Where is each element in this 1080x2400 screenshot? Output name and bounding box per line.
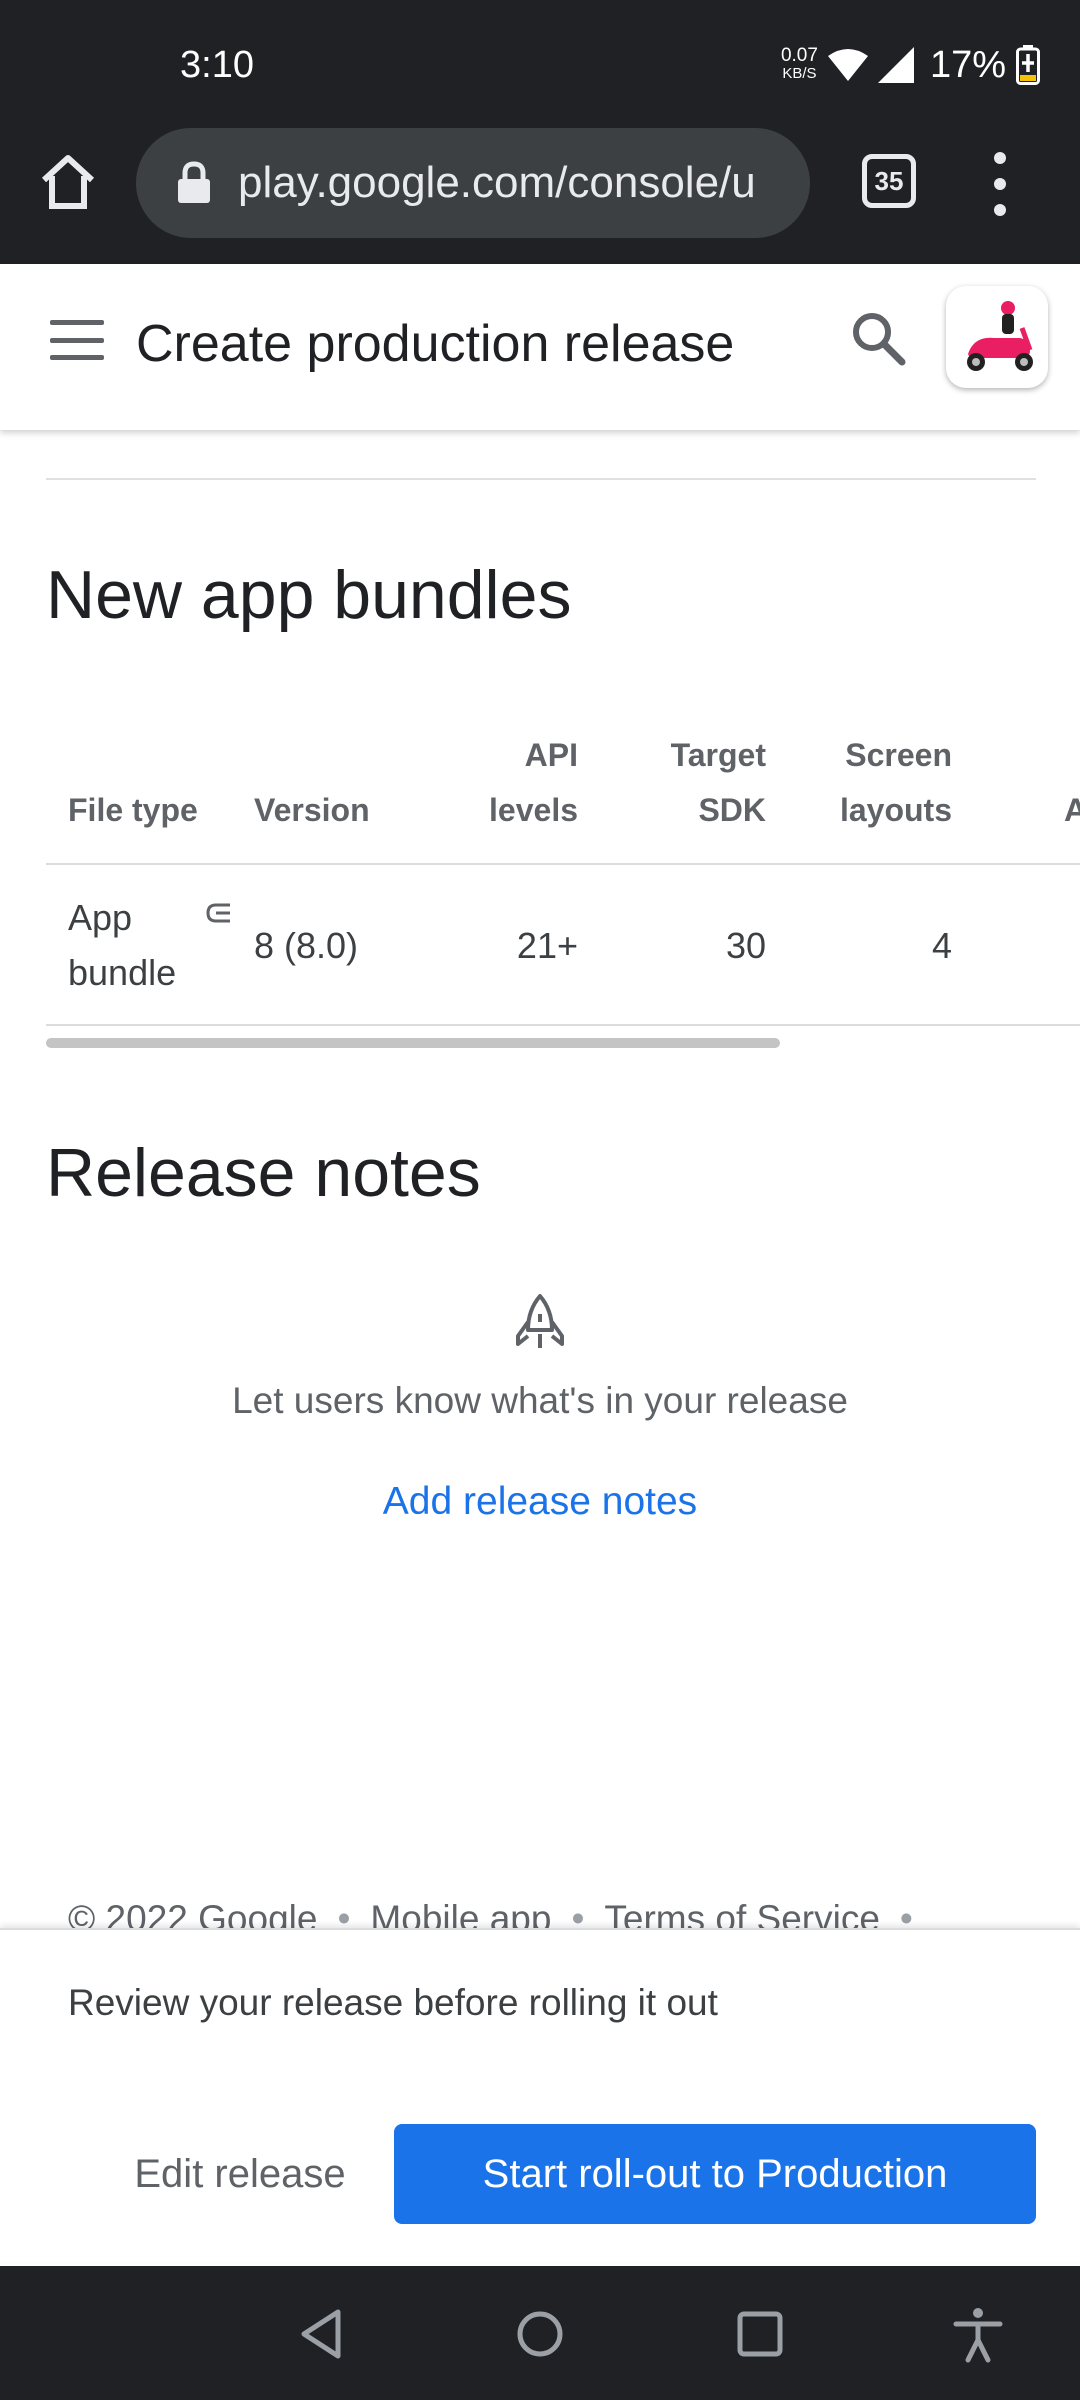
browser-toolbar: play.google.com/console/u 35: [0, 128, 1080, 264]
col-header-screen-layouts[interactable]: Screen layouts: [820, 728, 952, 838]
wifi-icon: [827, 49, 868, 81]
col-header-screen-line1: Screen: [845, 737, 952, 773]
release-notes-heading: Release notes: [46, 1135, 481, 1211]
url-text: play.google.com/console/u: [238, 158, 756, 207]
recents-icon[interactable]: [730, 2304, 790, 2364]
cell-file-type-line1: App: [68, 897, 133, 938]
tab-switcher-button[interactable]: 35: [862, 154, 916, 208]
new-app-bundles-heading: New app bundles: [46, 557, 572, 633]
cell-api-levels: 21+: [516, 925, 578, 966]
col-header-file-type[interactable]: File type: [68, 783, 198, 838]
cell-file-type: App bundle: [68, 890, 176, 1000]
table-bottom-divider: [46, 1024, 1080, 1026]
cell-version: 8 (8.0): [254, 925, 359, 966]
col-header-target-line1: Target: [670, 737, 766, 773]
col-header-truncated[interactable]: A: [1064, 783, 1080, 838]
battery-charging-icon: [1016, 45, 1040, 85]
battery-percent: 17%: [929, 43, 1006, 86]
home-nav-icon[interactable]: [510, 2304, 570, 2364]
status-icons: 0.07 KB/S 17%: [781, 40, 1040, 90]
network-speed-unit: KB/S: [782, 65, 817, 82]
edit-release-button[interactable]: Edit release: [110, 2124, 370, 2224]
add-release-notes-link[interactable]: Add release notes: [0, 1480, 1080, 1524]
app-header: Create production release: [0, 264, 1080, 430]
search-icon[interactable]: [848, 308, 908, 368]
home-icon[interactable]: [36, 150, 100, 214]
system-nav-bar: [0, 2266, 1080, 2400]
rocket-icon: [516, 1294, 564, 1348]
browser-menu-icon[interactable]: [988, 152, 1012, 216]
table-header-divider: [46, 863, 1080, 865]
col-header-api-line2: levels: [489, 792, 578, 828]
col-header-api-levels[interactable]: API levels: [480, 728, 578, 838]
cell-screen-layouts: 4: [931, 925, 952, 966]
col-header-api-line1: API: [524, 737, 578, 773]
col-header-screen-line2: layouts: [839, 792, 952, 828]
lock-icon: [178, 161, 210, 203]
url-bar[interactable]: play.google.com/console/u: [136, 128, 810, 238]
col-header-version[interactable]: Version: [254, 783, 370, 838]
status-time: 3:10: [180, 44, 254, 86]
cell-target-sdk: 30: [725, 925, 766, 966]
start-rollout-button[interactable]: Start roll-out to Production: [394, 2124, 1036, 2224]
network-speed: 0.07 KB/S: [780, 45, 818, 83]
network-speed-value: 0.07: [780, 45, 818, 66]
scooter-logo-icon: [967, 301, 1033, 371]
col-header-target-line2: SDK: [698, 792, 766, 828]
cell-file-type-line2: bundle: [68, 952, 177, 993]
release-action-sheet: Review your release before rolling it ou…: [0, 1928, 1080, 2262]
bundle-icon: [206, 903, 230, 923]
section-divider: [46, 478, 1036, 480]
status-bar: 3:10 0.07 KB/S 17%: [0, 0, 1080, 128]
page-title: Create production release: [136, 315, 735, 373]
app-avatar[interactable]: [946, 286, 1048, 388]
review-message: Review your release before rolling it ou…: [68, 1982, 718, 2023]
back-icon[interactable]: [292, 2304, 352, 2364]
release-notes-message: Let users know what's in your release: [232, 1380, 848, 1421]
cell-signal-icon: [877, 47, 914, 83]
hamburger-menu-icon[interactable]: [50, 320, 104, 360]
accessibility-icon[interactable]: [948, 2304, 1008, 2364]
col-header-target-sdk[interactable]: Target SDK: [640, 728, 766, 838]
table-horizontal-scrollbar[interactable]: [46, 1038, 780, 1048]
